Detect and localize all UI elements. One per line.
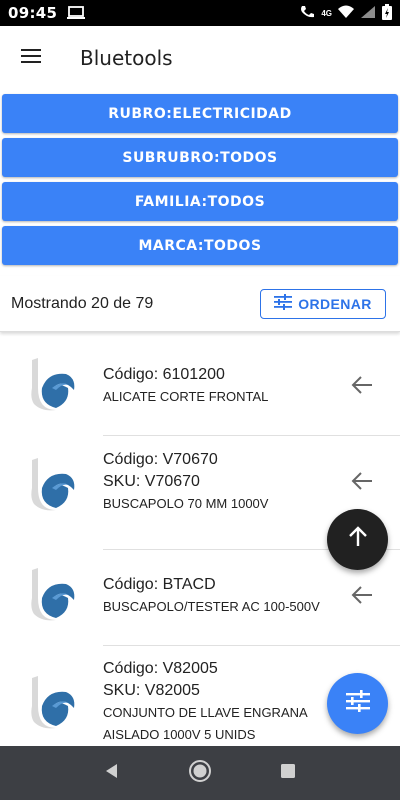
status-time: 09:45 [8,4,58,22]
list-item[interactable]: Código: 6101200 ALICATE CORTE FRONTAL [0,340,400,436]
item-text: Código: BTACD BUSCAPOLO/TESTER AC 100-50… [103,574,353,618]
status-bar: 09:45 4G [0,0,400,26]
menu-button[interactable] [0,26,62,90]
laptop-icon [67,6,86,20]
item-sku: SKU: V82005 [103,682,200,699]
results-summary: Mostrando 20 de 79 ORDENAR [0,276,400,332]
arrow-left-icon[interactable] [350,470,376,492]
brand-logo-icon [28,676,80,732]
item-code: Código: BTACD [103,576,216,593]
status-icons: 4G [299,4,392,22]
filter-buttons: RUBRO:ELECTRICIDAD SUBRUBRO:TODOS FAMILI… [2,94,398,270]
item-text: Código: 6101200 ALICATE CORTE FRONTAL [103,364,353,408]
tune-icon [345,690,370,717]
scroll-top-button[interactable] [327,509,388,570]
item-description: BUSCAPOLO/TESTER AC 100-500V [103,599,320,614]
item-description: BUSCAPOLO 70 MM 1000V [103,496,269,511]
item-text: Código: V82005 SKU: V82005 CONJUNTO DE L… [103,658,333,746]
system-nav-bar [0,746,400,800]
item-description: ALICATE CORTE FRONTAL [103,389,269,404]
order-button[interactable]: ORDENAR [260,288,386,319]
network-label: 4G [321,8,332,18]
filter-marca-button[interactable]: MARCA:TODOS [2,226,398,265]
signal-icon [360,5,376,21]
item-text: Código: V70670 SKU: V70670 BUSCAPOLO 70 … [103,449,353,515]
filter-fab-button[interactable] [327,673,388,734]
app-bar: Bluetools [0,26,400,90]
brand-logo-icon [28,458,80,514]
order-label: ORDENAR [298,295,372,312]
item-sku: SKU: V70670 [103,473,200,490]
item-description: CONJUNTO DE LLAVE ENGRANA [103,705,308,720]
item-code: Código: V70670 [103,451,218,468]
filter-subrubro-button[interactable]: SUBRUBRO:TODOS [2,138,398,177]
item-description-line2: AISLADO 1000V 5 UNIDS [103,727,256,742]
filter-rubro-button[interactable]: RUBRO:ELECTRICIDAD [2,94,398,133]
arrow-left-icon[interactable] [350,374,376,396]
arrow-left-icon[interactable] [350,584,376,606]
tune-icon [274,294,293,313]
menu-icon [21,48,41,69]
back-nav-icon[interactable] [103,762,121,785]
wifi-icon [338,5,354,21]
recents-nav-icon[interactable] [279,762,297,785]
screen: 09:45 4G Bluetools RUBRO:ELECTRICIDAD SU… [0,0,400,800]
call-icon [299,5,315,21]
item-code: Código: V82005 [103,660,218,677]
battery-icon [382,4,392,22]
home-nav-icon[interactable] [188,759,212,788]
filter-familia-button[interactable]: FAMILIA:TODOS [2,182,398,221]
app-title: Bluetools [80,46,173,70]
arrow-up-icon [347,526,369,553]
brand-logo-icon [28,358,80,414]
brand-logo-icon [28,568,80,624]
results-count: Mostrando 20 de 79 [11,294,154,312]
item-code: Código: 6101200 [103,366,225,383]
